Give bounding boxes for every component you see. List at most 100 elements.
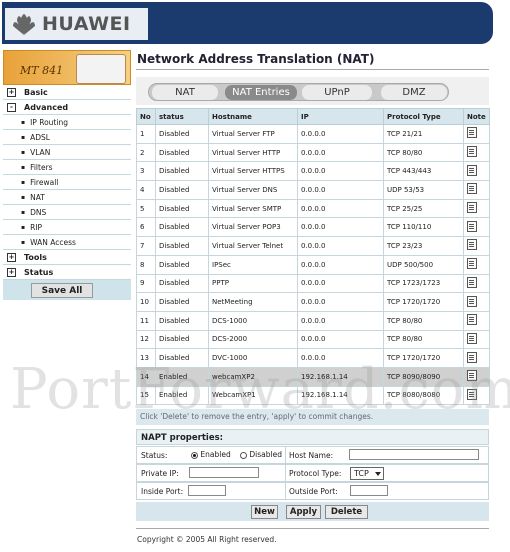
sidebar-item-advanced[interactable]: - Advanced bbox=[3, 100, 131, 115]
protocol-type-select[interactable]: TCP bbox=[350, 467, 384, 480]
protocol-type-label: Protocol Type: bbox=[289, 469, 342, 478]
edit-note-icon[interactable] bbox=[467, 164, 477, 176]
expand-icon[interactable]: + bbox=[7, 252, 16, 262]
tab-nat-entries[interactable]: NAT Entries bbox=[225, 85, 297, 100]
hostname-label: Host Name: bbox=[289, 451, 334, 460]
cell-protocol: UDP 53/53 bbox=[383, 180, 464, 200]
edit-note-icon[interactable] bbox=[467, 276, 477, 288]
edit-note-icon[interactable] bbox=[467, 258, 477, 270]
cell-status: Disabled bbox=[155, 180, 209, 200]
edit-note-icon[interactable] bbox=[467, 183, 477, 195]
hostname-input[interactable] bbox=[349, 449, 479, 460]
cell-no: 13 bbox=[136, 348, 156, 368]
sidebar-item-firewall[interactable]: ▪ Firewall bbox=[3, 175, 131, 190]
table-row[interactable]: 7 Disabled Virtual Server Telnet 0.0.0.0 TCP… bbox=[136, 236, 490, 256]
cell-hostname: Virtual Server HTTP bbox=[208, 142, 298, 163]
edit-note-icon[interactable] bbox=[467, 202, 477, 214]
cell-note bbox=[463, 180, 490, 200]
radio-disabled[interactable] bbox=[240, 451, 247, 459]
sidebar-item-nat[interactable]: ▪ NAT bbox=[3, 190, 131, 205]
edit-note-icon[interactable] bbox=[467, 314, 477, 326]
table-row[interactable]: 13 Disabled DVC-1000 0.0.0.0 TCP 1720/1720 bbox=[136, 348, 490, 368]
column-header-note: Note bbox=[463, 108, 490, 125]
sidebar-item-filters[interactable]: ▪ Filters bbox=[3, 160, 131, 175]
sidebar-item-label: Firewall bbox=[30, 177, 59, 187]
private-ip-input[interactable] bbox=[189, 467, 259, 478]
tab-upnp[interactable]: UPnP bbox=[302, 85, 372, 100]
table-row[interactable]: 3 Disabled Virtual Server HTTPS 0.0.0.0 TCP … bbox=[136, 161, 490, 182]
cell-status: Disabled bbox=[155, 124, 209, 144]
table-row[interactable]: 8 Disabled IPSec 0.0.0.0 UDP 500/500 bbox=[136, 254, 490, 275]
inside-port-input[interactable] bbox=[188, 485, 226, 496]
sidebar-item-basic[interactable]: + Basic bbox=[3, 85, 131, 100]
table-row[interactable]: 4 Disabled Virtual Server DNS 0.0.0.0 UDP 53… bbox=[136, 180, 490, 200]
edit-note-icon[interactable] bbox=[467, 127, 477, 139]
cell-no: 1 bbox=[136, 124, 156, 144]
cell-note bbox=[463, 366, 490, 387]
form-row-ports: Inside Port: Outside Port: bbox=[136, 482, 489, 500]
table-row[interactable]: 1 Disabled Virtual Server FTP 0.0.0.0 TCP 21… bbox=[136, 124, 490, 144]
cell-ip: 192.168.1.14 bbox=[297, 366, 384, 387]
tab-nat[interactable]: NAT bbox=[152, 85, 218, 100]
sidebar-item-label: VLAN bbox=[30, 147, 51, 157]
bullet-icon: ▪ bbox=[21, 118, 26, 126]
cell-ip: 0.0.0.0 bbox=[297, 180, 384, 200]
cell-status: Disabled bbox=[155, 161, 209, 182]
cell-ip: 192.168.1.14 bbox=[297, 385, 384, 406]
outside-port-input[interactable] bbox=[350, 485, 388, 496]
table-row[interactable]: 12 Disabled DCS-2000 0.0.0.0 TCP 80/80 bbox=[136, 329, 490, 350]
sidebar-item-tools[interactable]: + Tools bbox=[3, 250, 131, 265]
expand-icon[interactable]: + bbox=[7, 267, 16, 277]
table-row[interactable]: 11 Disabled DCS-1000 0.0.0.0 TCP 80/80 bbox=[136, 310, 490, 331]
edit-note-icon[interactable] bbox=[467, 370, 477, 382]
cell-note bbox=[463, 348, 490, 368]
delete-button[interactable]: Delete bbox=[325, 505, 368, 519]
napt-properties-title: NAPT properties: bbox=[136, 429, 489, 445]
cell-status: Disabled bbox=[155, 198, 209, 219]
edit-note-icon[interactable] bbox=[467, 332, 477, 344]
cell-hostname: PPTP bbox=[208, 273, 298, 294]
status-enabled-option[interactable]: Enabled bbox=[191, 450, 231, 459]
table-row[interactable]: 2 Disabled Virtual Server HTTP 0.0.0.0 TCP 8… bbox=[136, 142, 490, 163]
sidebar-item-dns[interactable]: ▪ DNS bbox=[3, 205, 131, 220]
column-header-protocol: Protocol Type bbox=[383, 108, 464, 125]
sidebar-item-adsl[interactable]: ▪ ADSL bbox=[3, 130, 131, 145]
sidebar-item-wan-access[interactable]: ▪ WAN Access bbox=[3, 235, 131, 250]
table-row[interactable]: 14 Enabled webcamXP2 192.168.1.14 TCP 8090/8… bbox=[136, 366, 490, 387]
sidebar-item-vlan[interactable]: ▪ VLAN bbox=[3, 145, 131, 160]
action-bar: New Apply Delete bbox=[136, 502, 489, 521]
table-row[interactable]: 10 Disabled NetMeeting 0.0.0.0 TCP 1720/1720 bbox=[136, 292, 490, 312]
new-button[interactable]: New bbox=[251, 505, 278, 519]
cell-hostname: Virtual Server DNS bbox=[208, 180, 298, 200]
sidebar-item-rip[interactable]: ▪ RIP bbox=[3, 220, 131, 235]
tab-dmz[interactable]: DMZ bbox=[381, 85, 447, 100]
collapse-icon[interactable]: - bbox=[7, 102, 16, 112]
nat-entries-table-wrap: No status Hostname IP Protocol Type Note… bbox=[136, 108, 490, 406]
sidebar-item-status[interactable]: + Status bbox=[3, 265, 131, 280]
edit-note-icon[interactable] bbox=[467, 295, 477, 307]
cell-no: 5 bbox=[136, 198, 156, 219]
sidebar-item-label: Status bbox=[24, 267, 54, 277]
edit-note-icon[interactable] bbox=[467, 220, 477, 232]
sidebar-item-ip-routing[interactable]: ▪ IP Routing bbox=[3, 115, 131, 130]
save-all-bar: Save All bbox=[3, 280, 131, 300]
table-row[interactable]: 9 Disabled PPTP 0.0.0.0 TCP 1723/1723 bbox=[136, 273, 490, 294]
apply-button[interactable]: Apply bbox=[286, 505, 321, 519]
radio-enabled[interactable] bbox=[191, 451, 198, 459]
cell-note bbox=[463, 124, 490, 144]
sidebar-item-label: Filters bbox=[30, 162, 53, 172]
status-disabled-option[interactable]: Disabled bbox=[240, 450, 282, 459]
edit-note-icon[interactable] bbox=[467, 351, 477, 363]
table-row[interactable]: 15 Enabled WebcamXP1 192.168.1.14 TCP 8080/8… bbox=[136, 385, 490, 406]
bullet-icon: ▪ bbox=[21, 238, 26, 246]
disabled-label: Disabled bbox=[249, 450, 282, 459]
edit-note-icon[interactable] bbox=[467, 388, 477, 400]
table-row[interactable]: 5 Disabled Virtual Server SMTP 0.0.0.0 TCP 2… bbox=[136, 198, 490, 219]
edit-note-icon[interactable] bbox=[467, 239, 477, 251]
table-row[interactable]: 6 Disabled Virtual Server POP3 0.0.0.0 TCP 1… bbox=[136, 217, 490, 238]
enabled-label: Enabled bbox=[200, 450, 231, 459]
edit-note-icon[interactable] bbox=[467, 146, 477, 158]
expand-icon[interactable]: + bbox=[7, 87, 16, 97]
nat-entries-table: No status Hostname IP Protocol Type Note… bbox=[136, 108, 490, 406]
save-all-button[interactable]: Save All bbox=[31, 283, 93, 298]
